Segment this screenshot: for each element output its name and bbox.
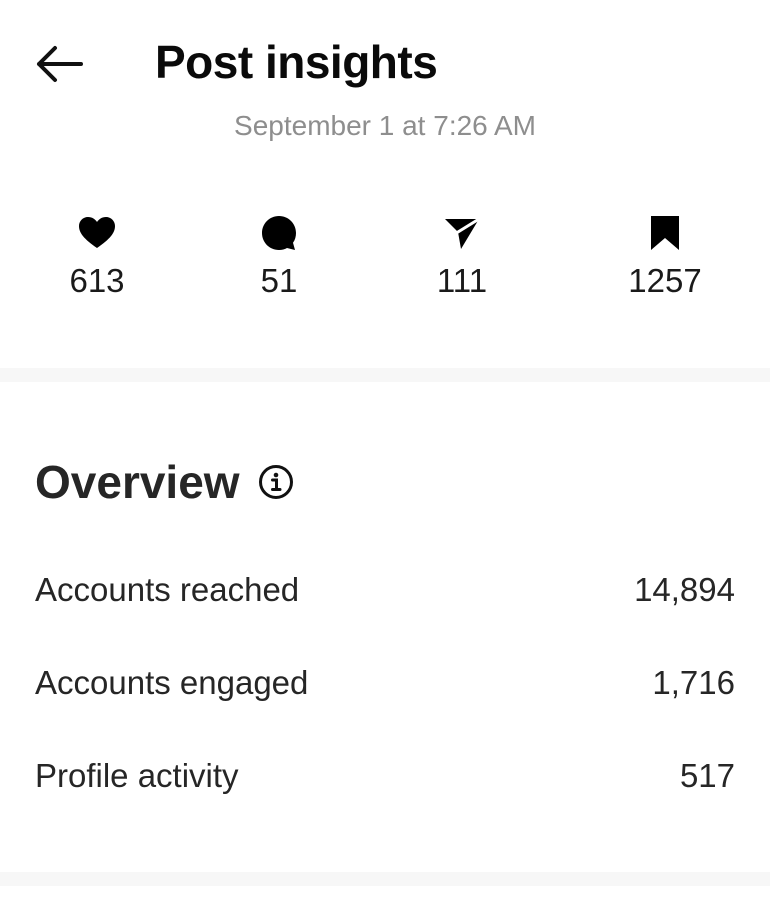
- heart-icon: [79, 217, 115, 248]
- metric-accounts-reached[interactable]: Accounts reached 14,894: [35, 565, 735, 615]
- metric-value: 14,894: [634, 571, 735, 608]
- likes-count: 613: [69, 262, 125, 299]
- interaction-stats: 613 51 111 1257: [0, 210, 770, 310]
- metric-value: 517: [679, 757, 735, 794]
- bookmark-icon: [651, 216, 679, 250]
- stat-shares[interactable]: 111: [382, 210, 542, 301]
- app-header: Post insights: [0, 0, 770, 110]
- metric-value: 1,716: [652, 664, 735, 701]
- overview-title: Overview: [35, 456, 240, 508]
- section-divider: [0, 872, 770, 886]
- stat-saves[interactable]: 1257: [585, 210, 745, 301]
- share-icon: [445, 217, 481, 249]
- metric-profile-activity[interactable]: Profile activity 517: [35, 751, 735, 801]
- stat-comments[interactable]: 51: [199, 210, 359, 301]
- metric-label: Profile activity: [35, 757, 239, 794]
- metric-accounts-engaged[interactable]: Accounts engaged 1,716: [35, 658, 735, 708]
- shares-count: 111: [436, 262, 488, 299]
- metric-label: Accounts engaged: [35, 664, 309, 701]
- back-arrow-icon: [37, 46, 83, 82]
- page-title: Post insights: [155, 36, 438, 88]
- saves-count: 1257: [628, 262, 702, 299]
- info-icon[interactable]: [258, 464, 294, 500]
- back-button[interactable]: [30, 40, 88, 88]
- comment-icon: [262, 216, 296, 250]
- comments-count: 51: [260, 262, 298, 299]
- section-divider: [0, 368, 770, 382]
- overview-header: Overview: [35, 452, 294, 512]
- metric-label: Accounts reached: [35, 571, 300, 608]
- stat-likes[interactable]: 613: [17, 210, 177, 301]
